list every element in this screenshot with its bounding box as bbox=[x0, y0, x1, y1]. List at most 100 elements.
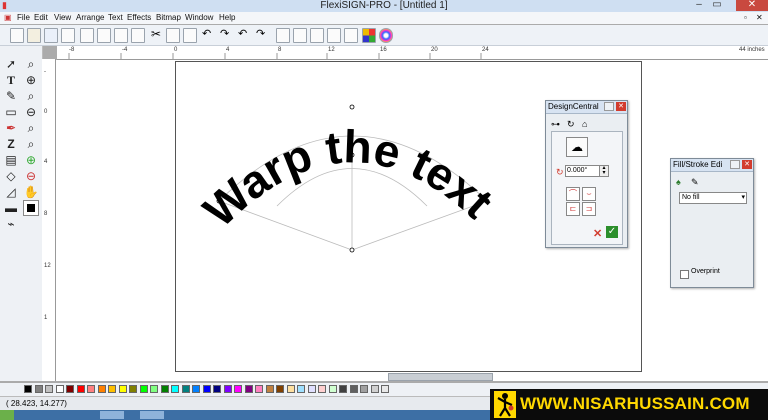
close-button[interactable]: ✕ bbox=[736, 0, 768, 11]
mdi-close-button[interactable]: ✕ bbox=[756, 12, 763, 24]
palette-swatch[interactable] bbox=[160, 385, 169, 393]
send-icon[interactable] bbox=[114, 28, 128, 43]
palette-swatch[interactable] bbox=[244, 385, 253, 393]
zoom-in-icon[interactable]: ⊕ bbox=[23, 72, 39, 88]
distort-tool-icon[interactable]: Z bbox=[3, 136, 19, 152]
color-icon[interactable] bbox=[362, 28, 376, 43]
fill-type-select[interactable]: No fill ▾ bbox=[679, 192, 747, 204]
fill-stroke-swatch-icon[interactable] bbox=[23, 200, 39, 216]
panel-minimize-button[interactable] bbox=[604, 102, 614, 111]
palette-swatch[interactable] bbox=[171, 385, 179, 393]
warp-text[interactable]: Warp the text. bbox=[175, 61, 503, 237]
align-icon[interactable] bbox=[276, 28, 290, 43]
palette-swatch[interactable] bbox=[108, 385, 116, 393]
start-button[interactable] bbox=[0, 410, 14, 420]
redo-icon[interactable]: ↷ bbox=[220, 28, 232, 41]
palette-swatch[interactable] bbox=[265, 385, 274, 393]
palette-swatch[interactable] bbox=[66, 385, 74, 393]
fill-tool-icon[interactable]: ✒ bbox=[3, 120, 19, 136]
redo-list-icon[interactable]: ↷ bbox=[256, 28, 268, 41]
palette-swatch[interactable] bbox=[97, 385, 106, 393]
panel-close-button[interactable]: ✕ bbox=[616, 102, 626, 111]
panel-minimize-button[interactable] bbox=[730, 160, 740, 169]
menu-help[interactable]: Help bbox=[219, 12, 235, 24]
menu-bitmap[interactable]: Bitmap bbox=[156, 12, 181, 24]
align-right-icon[interactable]: ⊐ bbox=[582, 202, 596, 216]
distribute-icon[interactable] bbox=[293, 28, 307, 43]
align-left-icon[interactable]: ⊏ bbox=[566, 202, 580, 216]
menu-text[interactable]: Text bbox=[108, 12, 123, 24]
open-file-icon[interactable] bbox=[27, 28, 41, 43]
warp-preset-button[interactable]: ☁ bbox=[566, 137, 588, 157]
measure-tool-icon[interactable]: ▬ bbox=[3, 200, 19, 216]
save-icon[interactable] bbox=[44, 28, 58, 43]
palette-swatch[interactable] bbox=[129, 385, 137, 393]
palette-swatch[interactable] bbox=[192, 385, 200, 393]
palette-swatch[interactable] bbox=[76, 385, 85, 393]
menu-file[interactable]: File bbox=[17, 12, 30, 24]
mdi-restore-button[interactable]: ▫ bbox=[744, 12, 747, 24]
angle-spinner[interactable]: ▴ ▾ bbox=[599, 165, 609, 177]
undo-list-icon[interactable]: ↶ bbox=[238, 28, 250, 41]
undo-icon[interactable]: ↶ bbox=[202, 28, 214, 41]
zoom-previous-icon[interactable]: ⊖ bbox=[23, 168, 39, 184]
node-tab-icon[interactable]: ⊶ bbox=[551, 119, 560, 130]
palette-swatch[interactable] bbox=[370, 385, 379, 393]
palette-swatch[interactable] bbox=[181, 385, 190, 393]
palette-swatch[interactable] bbox=[213, 385, 221, 393]
palette-swatch[interactable] bbox=[360, 385, 368, 393]
pan-hand-icon[interactable]: ✋ bbox=[23, 184, 39, 200]
zoom-all-icon[interactable]: ⌕ bbox=[23, 136, 39, 152]
palette-swatch[interactable] bbox=[118, 385, 127, 393]
cut-icon[interactable]: ✂ bbox=[151, 28, 163, 41]
taskbar-app[interactable] bbox=[100, 411, 124, 419]
apply-checkmark-icon[interactable]: ✓ bbox=[606, 226, 618, 238]
preview-icon[interactable] bbox=[131, 28, 145, 43]
palette-swatch[interactable] bbox=[328, 385, 337, 393]
palette-swatch[interactable] bbox=[339, 385, 347, 393]
palette-swatch[interactable] bbox=[55, 385, 64, 393]
knife-tool-icon[interactable]: ◿ bbox=[3, 184, 19, 200]
select-arrow-icon[interactable]: ➚ bbox=[3, 56, 19, 72]
zoom-fit-icon[interactable]: ⊕ bbox=[23, 152, 39, 168]
zoom-page-icon[interactable]: ⌕ bbox=[23, 88, 39, 104]
palette-swatch[interactable] bbox=[139, 385, 148, 393]
node-tool-icon[interactable]: ◇ bbox=[3, 168, 19, 184]
menu-view[interactable]: View bbox=[54, 12, 71, 24]
minimize-button[interactable]: – bbox=[692, 0, 706, 11]
paste-icon[interactable] bbox=[183, 28, 197, 43]
menu-window[interactable]: Window bbox=[185, 12, 213, 24]
text-tool-icon[interactable]: T bbox=[3, 72, 19, 88]
maximize-button[interactable]: ▭ bbox=[710, 0, 724, 11]
palette-swatch[interactable] bbox=[34, 385, 43, 393]
arc-bottom-icon[interactable]: ⌣ bbox=[582, 187, 596, 201]
shape-edit-icon[interactable]: ✎ bbox=[3, 88, 19, 104]
palette-swatch[interactable] bbox=[318, 385, 326, 393]
print-icon[interactable] bbox=[80, 28, 94, 43]
group-icon[interactable] bbox=[310, 28, 324, 43]
palette-swatch[interactable] bbox=[45, 385, 53, 393]
menu-effects[interactable]: Effects bbox=[127, 12, 151, 24]
horizontal-scrollbar-thumb[interactable] bbox=[388, 373, 493, 381]
rectangle-tool-icon[interactable]: ▭ bbox=[3, 104, 19, 120]
zoom-tool-icon[interactable]: ⌕ bbox=[23, 56, 39, 72]
combine-icon[interactable] bbox=[344, 28, 358, 43]
taskbar-app[interactable] bbox=[140, 411, 164, 419]
palette-swatch[interactable] bbox=[223, 385, 232, 393]
arc-top-icon[interactable]: ⌒ bbox=[566, 187, 580, 201]
new-file-icon[interactable] bbox=[10, 28, 24, 43]
overprint-checkbox[interactable] bbox=[680, 270, 689, 279]
stroke-tab-icon[interactable]: ✎ bbox=[691, 177, 699, 188]
panel-close-button[interactable]: ✕ bbox=[742, 160, 752, 169]
palette-swatch[interactable] bbox=[255, 385, 263, 393]
palette-swatch[interactable] bbox=[150, 385, 158, 393]
angle-input[interactable]: 0.000° bbox=[565, 165, 600, 177]
palette-swatch[interactable] bbox=[202, 385, 211, 393]
zoom-selection-icon[interactable]: ⌕ bbox=[23, 120, 39, 136]
menu-arrange[interactable]: Arrange bbox=[76, 12, 104, 24]
palette-swatch[interactable] bbox=[87, 385, 95, 393]
cancel-icon[interactable]: ✕ bbox=[593, 227, 602, 240]
color-wheel-icon[interactable] bbox=[379, 28, 393, 43]
warp-tool-icon[interactable]: ▤ bbox=[3, 152, 19, 168]
doc-icon[interactable]: ▣ bbox=[4, 12, 12, 24]
